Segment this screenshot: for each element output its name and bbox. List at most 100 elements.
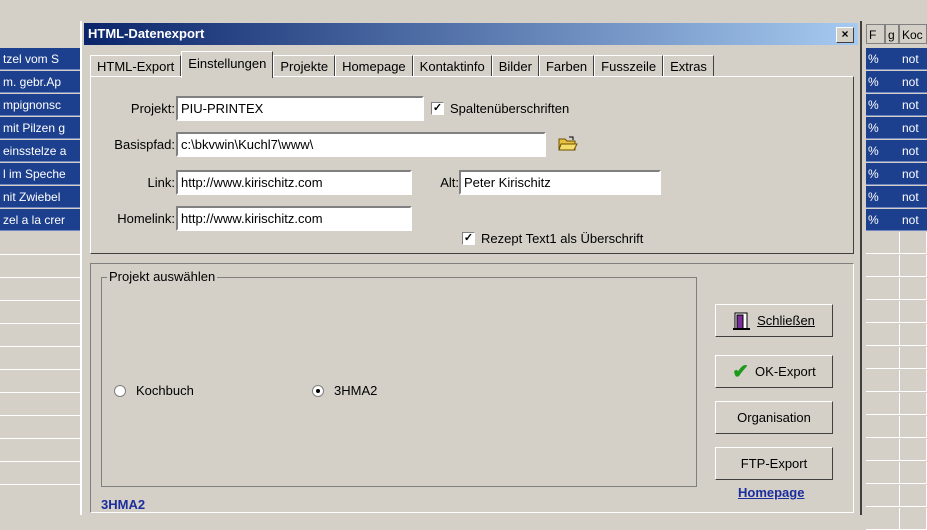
grid-cell-percent[interactable]: %	[866, 163, 900, 185]
organisation-label: Organisation	[737, 410, 811, 425]
schliessen-button[interactable]: Schließen	[715, 304, 833, 337]
projekt-input[interactable]: PIU-PRINTEX	[176, 96, 424, 121]
grid-cell-empty	[900, 232, 927, 254]
grid-cell-status[interactable]: not	[900, 94, 927, 116]
ok-export-label: OK-Export	[755, 364, 816, 379]
grid-cell-empty	[866, 278, 900, 300]
spaltenueberschriften-checkbox[interactable]: ✓ Spaltenüberschriften	[431, 101, 569, 116]
grid-cell-empty	[866, 416, 900, 438]
html-export-dialog: HTML-Datenexport × HTML-Export Einstellu…	[80, 21, 862, 515]
grid-cell-empty	[900, 370, 927, 392]
grid-cell-percent[interactable]: %	[866, 209, 900, 231]
grid-row-empty	[0, 416, 80, 439]
grid-row[interactable]: einsstelze a	[0, 140, 80, 162]
tab-kontaktinfo[interactable]: Kontaktinfo	[412, 55, 492, 77]
grid-cell-percent[interactable]: %	[866, 140, 900, 162]
door-icon	[733, 312, 751, 330]
close-button[interactable]: ×	[836, 27, 854, 43]
ftp-export-button[interactable]: FTP-Export	[715, 447, 833, 480]
dialog-title: HTML-Datenexport	[88, 26, 205, 41]
grid-row[interactable]: zel a la crer	[0, 209, 80, 231]
grid-cell-empty	[900, 324, 927, 346]
grid-row[interactable]: mpignonsc	[0, 94, 80, 116]
grid-row[interactable]: tzel vom S	[0, 48, 80, 70]
grid-cell-empty	[900, 508, 927, 530]
column-header-koc[interactable]: Koc	[899, 24, 927, 44]
grid-cell-status[interactable]: not	[900, 186, 927, 208]
grid-row[interactable]: l im Speche	[0, 163, 80, 185]
schliessen-label: Schließen	[757, 313, 815, 328]
tab-html-export[interactable]: HTML-Export	[90, 55, 182, 77]
rezept-text1-checkbox[interactable]: ✓ Rezept Text1 als Überschrift	[462, 231, 643, 246]
homelink-input[interactable]: http://www.kirischitz.com	[176, 206, 412, 231]
tab-extras[interactable]: Extras	[663, 55, 714, 77]
basispfad-input[interactable]: c:\bkvwin\Kuchl7\www\	[176, 132, 546, 157]
alt-input[interactable]: Peter Kirischitz	[459, 170, 661, 195]
grid-cell-status[interactable]: not	[900, 163, 927, 185]
grid-cell-empty	[900, 393, 927, 415]
tab-farben[interactable]: Farben	[538, 55, 595, 77]
grid-row[interactable]: nit Zwiebel	[0, 186, 80, 208]
grid-cell-empty	[900, 255, 927, 277]
tab-einstellungen[interactable]: Einstellungen	[181, 51, 274, 78]
grid-cell-empty	[866, 439, 900, 461]
background-grid-left: tzel vom S m. gebr.Ap mpignonsc mit Pilz…	[0, 21, 80, 515]
projekt-label: Projekt:	[130, 101, 175, 116]
tab-bilder[interactable]: Bilder	[491, 55, 539, 77]
grid-cell-empty	[866, 347, 900, 369]
grid-cell-empty	[866, 255, 900, 277]
grid-row[interactable]: m. gebr.Ap	[0, 71, 80, 93]
homepage-link[interactable]: Homepage	[738, 485, 804, 500]
radio-3hma2[interactable]: 3HMA2	[312, 383, 377, 398]
grid-cell-empty	[900, 439, 927, 461]
grid-row-empty	[0, 255, 80, 278]
homelink-label: Homelink:	[117, 211, 175, 226]
tab-homepage[interactable]: Homepage	[335, 55, 413, 77]
grid-row-empty	[0, 462, 80, 485]
grid-cell-percent[interactable]: %	[866, 48, 900, 70]
background-toolbar	[0, 0, 927, 22]
grid-cell-empty	[900, 416, 927, 438]
grid-cell-empty	[866, 393, 900, 415]
grid-cell-empty	[900, 462, 927, 484]
tab-projekte[interactable]: Projekte	[273, 55, 336, 77]
link-input[interactable]: http://www.kirischitz.com	[176, 170, 412, 195]
radio-kochbuch-label: Kochbuch	[136, 383, 194, 398]
grid-row-empty	[0, 324, 80, 347]
grid-cell-status[interactable]: not	[900, 140, 927, 162]
column-header-f[interactable]: F	[866, 24, 885, 44]
tab-fusszeile[interactable]: Fusszeile	[594, 55, 664, 77]
grid-row[interactable]: mit Pilzen g	[0, 117, 80, 139]
grid-row-empty	[0, 301, 80, 324]
grid-row-empty	[0, 232, 80, 255]
grid-cell-empty	[900, 301, 927, 323]
grid-cell-empty	[866, 301, 900, 323]
grid-cell-empty	[866, 485, 900, 507]
grid-cell-status[interactable]: not	[900, 71, 927, 93]
check-icon: ✓	[431, 102, 444, 115]
grid-cell-empty	[866, 508, 900, 530]
ok-export-button[interactable]: ✔ OK-Export	[715, 355, 833, 388]
link-label: Link:	[147, 175, 175, 190]
tab-bar: HTML-Export Einstellungen Projekte Homep…	[90, 51, 714, 78]
grid-cell-percent[interactable]: %	[866, 71, 900, 93]
organisation-button[interactable]: Organisation	[715, 401, 833, 434]
radio-3hma2-label: 3HMA2	[334, 383, 378, 398]
dialog-titlebar[interactable]: HTML-Datenexport ×	[84, 23, 858, 45]
grid-cell-status[interactable]: not	[900, 48, 927, 70]
ftp-export-label: FTP-Export	[740, 456, 808, 471]
basispfad-label: Basispfad:	[114, 137, 175, 152]
grid-cell-percent[interactable]: %	[866, 186, 900, 208]
grid-cell-empty	[900, 485, 927, 507]
column-header-g[interactable]: g	[885, 24, 899, 44]
radio-kochbuch[interactable]: Kochbuch	[114, 383, 194, 398]
project-select-group: Projekt auswählen Kochbuch 3HMA2	[101, 269, 697, 487]
grid-cell-percent[interactable]: %	[866, 117, 900, 139]
grid-cell-status[interactable]: not	[900, 209, 927, 231]
folder-open-icon[interactable]	[558, 136, 578, 152]
grid-row-empty	[0, 278, 80, 301]
radio-icon	[114, 384, 126, 397]
grid-cell-status[interactable]: not	[900, 117, 927, 139]
grid-cell-percent[interactable]: %	[866, 94, 900, 116]
grid-cell-empty	[866, 370, 900, 392]
